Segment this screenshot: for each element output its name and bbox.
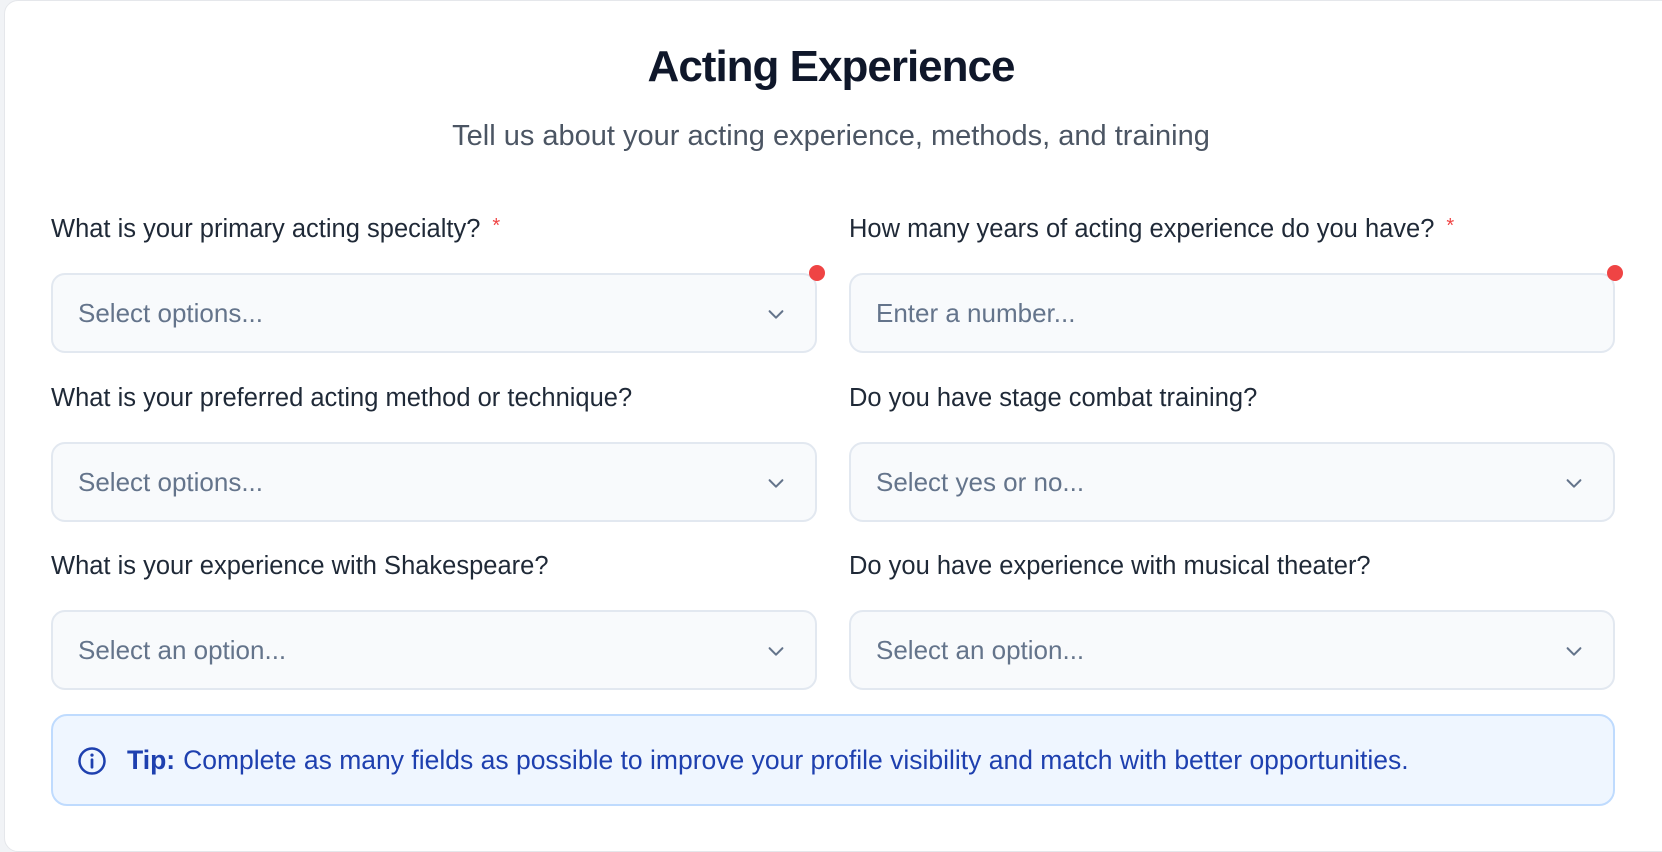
- field-label: How many years of acting experience do y…: [849, 215, 1455, 243]
- field-stage-combat: Do you have stage combat training? Selec…: [849, 378, 1615, 522]
- tip-banner: Tip: Complete as many fields as possible …: [51, 714, 1615, 806]
- required-indicator-dot: [1607, 265, 1623, 281]
- select-placeholder: Select options...: [78, 467, 263, 497]
- chevron-down-icon: [1566, 647, 1582, 656]
- info-icon: [78, 747, 106, 775]
- field-primary-specialty: What is your primary acting specialty? * …: [51, 209, 825, 353]
- field-label: Do you have stage combat training?: [849, 384, 1258, 412]
- chevron-down-icon: [768, 647, 784, 656]
- field-years-experience: How many years of acting experience do y…: [849, 209, 1623, 353]
- field-label: Do you have experience with musical thea…: [849, 552, 1371, 580]
- field-shakespeare: What is your experience with Shakespeare…: [51, 546, 817, 690]
- field-acting-method: What is your preferred acting method or …: [51, 378, 817, 522]
- primary-specialty-select[interactable]: Select options...: [51, 273, 817, 353]
- select-placeholder: Select an option...: [78, 635, 287, 665]
- field-musical-theater: Do you have experience with musical thea…: [849, 546, 1615, 690]
- shakespeare-select[interactable]: Select an option...: [51, 610, 817, 690]
- required-asterisk: *: [1446, 215, 1455, 237]
- select-placeholder: Select an option...: [876, 635, 1085, 665]
- years-experience-input[interactable]: [849, 273, 1615, 353]
- select-placeholder: Select options...: [78, 298, 263, 328]
- required-indicator-dot: [809, 265, 825, 281]
- tip-label: Tip:: [127, 745, 176, 775]
- page-subtitle: Tell us about your acting experience, me…: [452, 120, 1210, 152]
- field-label: What is your preferred acting method or …: [51, 384, 633, 412]
- page-title: Acting Experience: [647, 42, 1016, 91]
- field-label: What is your primary acting specialty? *: [51, 215, 501, 243]
- stage-combat-select[interactable]: Select yes or no...: [849, 442, 1615, 522]
- select-placeholder: Select yes or no...: [876, 467, 1085, 497]
- chevron-down-icon: [768, 479, 784, 488]
- required-asterisk: *: [492, 215, 501, 237]
- musical-theater-select[interactable]: Select an option...: [849, 610, 1615, 690]
- chevron-down-icon: [1566, 479, 1582, 488]
- acting-method-select[interactable]: Select options...: [51, 442, 817, 522]
- chevron-down-icon: [768, 310, 784, 319]
- tip-text: Complete as many fields as possible to i…: [183, 745, 1409, 775]
- field-label: What is your experience with Shakespeare…: [51, 552, 549, 580]
